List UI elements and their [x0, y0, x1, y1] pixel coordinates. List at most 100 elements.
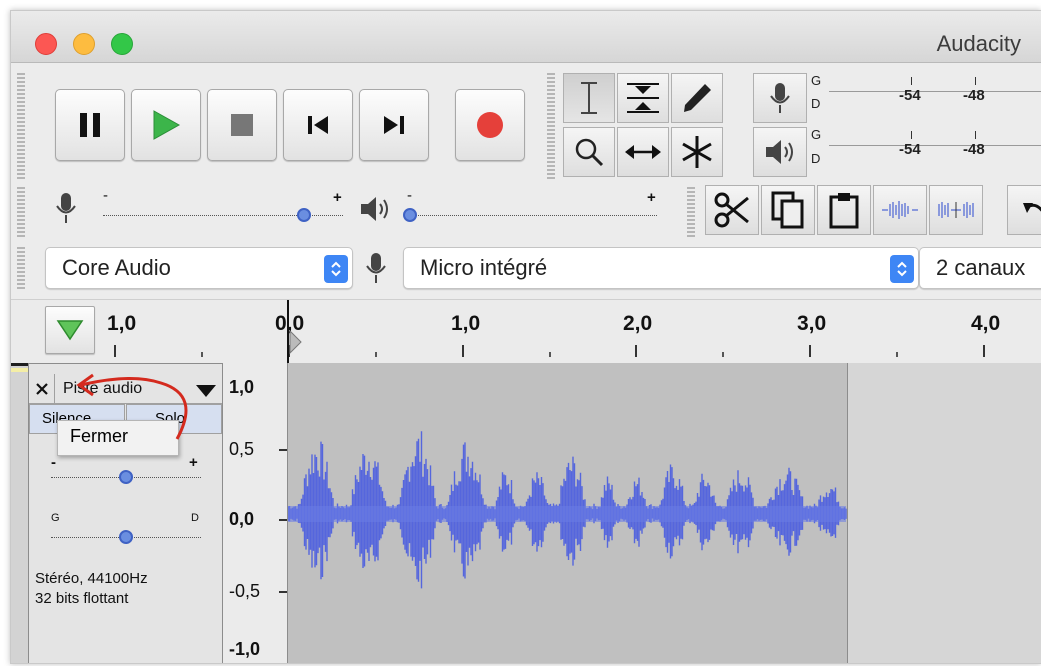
ruler-tick — [114, 345, 116, 357]
pan-right-label: D — [191, 512, 199, 524]
triangle-down-icon — [56, 320, 84, 341]
waveform-core — [288, 506, 846, 522]
skip-to-start-button[interactable] — [283, 89, 353, 161]
silence-audio-button[interactable] — [929, 185, 983, 235]
silence-icon — [938, 202, 974, 218]
timeline-ruler[interactable]: 1,0 0,0 1,0 2,0 3,0 4,0 — [11, 299, 1041, 364]
play-cursor-icon — [289, 330, 302, 354]
trim-icon — [882, 201, 918, 219]
play-meter-right-label: D — [811, 151, 821, 166]
draw-tool[interactable] — [671, 73, 723, 123]
window-zoom-button[interactable] — [111, 33, 133, 55]
input-device-select[interactable]: Micro intégré — [403, 247, 919, 289]
time-shift-tool[interactable] — [617, 127, 669, 177]
meter-tick — [911, 131, 912, 139]
annotation-arrow — [76, 373, 188, 440]
record-meter-right-label: D — [811, 96, 821, 111]
stop-button[interactable] — [207, 89, 277, 161]
play-button[interactable] — [131, 89, 201, 161]
play-meter-left-label: G — [811, 127, 822, 142]
ruler-minor-tick — [722, 352, 724, 357]
recording-volume-knob[interactable] — [297, 208, 311, 222]
record-icon — [477, 112, 503, 138]
record-meter-bar — [829, 91, 1041, 92]
toolbar-grip[interactable] — [17, 73, 25, 179]
amplitude-label: 0,0 — [229, 509, 255, 529]
skip-end-icon — [384, 116, 404, 134]
pan-knob[interactable] — [119, 530, 133, 544]
playback-volume-minus: - — [407, 187, 412, 204]
ruler-minor-tick — [375, 352, 377, 357]
trim-audio-button[interactable] — [873, 185, 927, 235]
recording-volume-plus: + — [333, 189, 342, 206]
zoom-tool[interactable] — [563, 127, 615, 177]
playback-meter-button[interactable] — [753, 127, 807, 177]
pause-button[interactable] — [55, 89, 125, 161]
ruler-label: 2,0 — [623, 312, 653, 335]
waveform-clip[interactable] — [287, 363, 848, 663]
skip-start-icon — [308, 116, 328, 134]
window-close-button[interactable] — [35, 33, 57, 55]
multi-tool[interactable] — [671, 127, 723, 177]
empty-track-region[interactable] — [848, 363, 1041, 663]
undo-button[interactable] — [1007, 185, 1041, 235]
mixer-toolbar-grip[interactable] — [17, 187, 25, 237]
playback-volume-icon — [361, 197, 388, 221]
ruler-minor-tick — [896, 352, 898, 357]
pencil-icon — [684, 84, 711, 112]
gain-minus: - — [51, 454, 56, 471]
speaker-icon — [766, 140, 793, 164]
playback-volume-knob[interactable] — [403, 208, 417, 222]
ruler-tick — [809, 345, 811, 357]
paste-button[interactable] — [817, 185, 871, 235]
record-meter-scale-48: -48 — [963, 87, 985, 104]
envelope-icon — [627, 83, 659, 113]
record-meter-scale-54: -54 — [899, 87, 921, 104]
copy-button[interactable] — [761, 185, 815, 235]
timeline-options-button[interactable] — [45, 306, 95, 354]
record-meter-button[interactable] — [753, 73, 807, 123]
ibeam-icon — [581, 82, 597, 114]
cut-button[interactable] — [705, 185, 759, 235]
meter-tick — [975, 131, 976, 139]
recording-volume-minus: - — [103, 187, 108, 204]
amplitude-ruler: 1,0 0,5 0,0 -0,5 -1,0 — [223, 363, 288, 663]
magnifier-icon — [575, 138, 604, 167]
ruler-tick — [635, 345, 637, 357]
tools-toolbar-grip[interactable] — [547, 73, 555, 179]
track-format-line2: 32 bits flottant — [35, 590, 129, 607]
playback-volume-slider[interactable] — [407, 214, 657, 216]
device-toolbar-grip[interactable] — [17, 247, 25, 291]
window-title: Audacity — [936, 31, 1021, 56]
play-icon — [153, 110, 181, 140]
record-button[interactable] — [455, 89, 525, 161]
gain-knob[interactable] — [119, 470, 133, 484]
channels-select[interactable]: 2 canaux — [919, 247, 1041, 289]
ruler-label: 1,0 — [107, 312, 137, 335]
ruler-minor-tick — [201, 352, 203, 357]
waveform — [287, 431, 847, 589]
audio-host-select[interactable]: Core Audio — [45, 247, 353, 289]
microphone-icon — [770, 83, 790, 113]
envelope-tool[interactable] — [617, 73, 669, 123]
input-device-value: Micro intégré — [420, 255, 548, 280]
copy-icon — [771, 191, 804, 229]
edit-toolbar-grip[interactable] — [687, 187, 695, 237]
select-chevron-icon — [324, 255, 348, 283]
skip-to-end-button[interactable] — [359, 89, 429, 161]
double-arrow-icon — [625, 145, 661, 159]
close-icon — [35, 383, 48, 395]
ruler-tick — [462, 345, 464, 357]
window-minimize-button[interactable] — [73, 33, 95, 55]
amplitude-tick — [279, 591, 287, 593]
clipboard-icon — [829, 193, 859, 229]
channels-value: 2 canaux — [936, 255, 1026, 280]
selection-tool[interactable] — [563, 73, 615, 123]
title-bar: Audacity — [11, 11, 1041, 63]
audacity-window: Audacity G D G D -54 -48 -54 -48 - + - +… — [10, 10, 1041, 664]
stop-icon — [231, 114, 253, 136]
play-meter-scale-54: -54 — [899, 141, 921, 158]
undo-icon — [1023, 203, 1041, 213]
ruler-minor-tick — [549, 352, 551, 357]
select-chevron-icon — [890, 255, 914, 283]
